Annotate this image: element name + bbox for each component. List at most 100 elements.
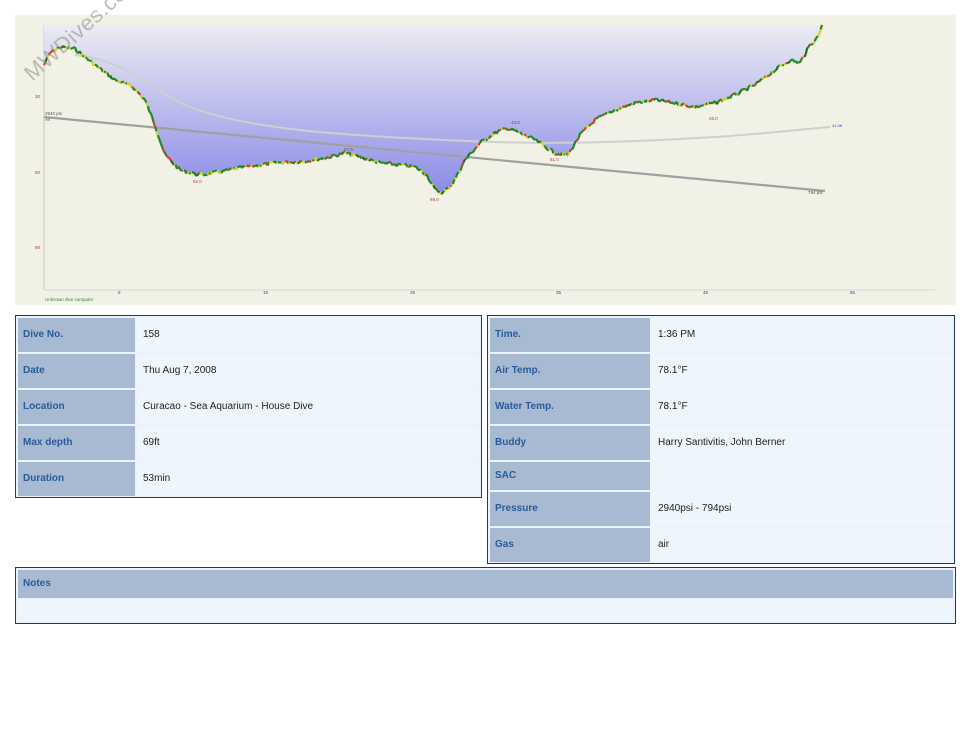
depth-segment [152,122,157,127]
depth-segment [568,148,572,153]
depth-segment [159,142,164,148]
depth-segment [528,135,532,139]
depth-segment [491,133,495,137]
row-gas: Gas air [490,528,952,562]
depth-segment [499,128,502,132]
start-pressure-label: 2940 psi [45,111,62,116]
row-pressure: Pressure 2940psi - 794psi [490,492,952,526]
depth-segment [451,178,456,185]
depth-segment [774,68,778,72]
depth-segment [430,182,435,187]
depth-segment [235,166,239,171]
depth-segment [738,89,743,94]
label-date: Date [18,354,135,388]
depth-segment [198,172,201,175]
depth-segment [566,151,571,156]
depth-segment [675,101,680,106]
label-time: Time. [490,318,650,352]
depth-segment [404,162,407,166]
depth-segment [78,50,83,55]
depth-segment [756,80,759,84]
notes-body [18,600,953,621]
depth-segment [95,64,100,69]
depth-segment [544,147,549,151]
depth-segment [680,102,684,107]
depth-segment [671,101,675,105]
depth-segment [655,97,659,101]
depth-segment [155,130,159,136]
label-water-temp: Water Temp. [490,390,650,424]
depth-segment [576,137,580,142]
depth-segment [225,168,228,171]
dive-info-table: Dive No. 158 Date Thu Aug 7, 2008 Locati… [15,315,482,498]
depth-segment [571,144,576,150]
depth-segment [474,145,478,149]
depth-segment [292,161,296,165]
depth-segment [502,127,505,130]
depth-segment [453,176,457,180]
depth-segment [121,80,125,84]
label-pressure: Pressure [490,492,650,526]
depth-segment [572,140,577,146]
label-duration: Duration [18,462,135,496]
depth-segment [196,173,200,177]
row-sac: SAC [490,462,952,490]
x-tick: 15 [263,290,269,295]
depth-segment [514,129,518,133]
depth-segment [92,63,96,67]
depth-segment [611,109,615,114]
depth-segment [469,151,472,155]
depth-segment [628,103,632,107]
depth-segment [818,28,822,35]
depth-segment [259,164,262,167]
depth-segment [425,174,430,181]
depth-segment [539,140,542,144]
depth-segment [476,144,480,148]
depth-segment [432,184,437,190]
depth-segment [658,99,662,103]
depth-segment [153,126,158,132]
row-air-temp: Air Temp. 78.1°F [490,354,952,388]
depth-segment [117,80,121,84]
x-tick: 35 [556,290,562,295]
label-dive-no: Dive No. [18,318,135,352]
depth-segment [550,148,555,154]
value-buddy: Harry Santivitis, John Berner [652,426,952,460]
depth-segment [124,82,128,85]
depth-segment [804,47,809,55]
depth-segment [168,157,172,162]
gas-label: Air [45,117,51,122]
depth-segment [151,116,155,123]
depth-segment [460,161,465,167]
depth-segment [114,78,118,82]
depth-segment [188,172,192,175]
dive-conditions-table: Time. 1:36 PM Air Temp. 78.1°F Water Tem… [487,315,955,564]
depth-segment [459,165,464,171]
depth-segment [164,152,168,157]
value-max-depth: 69ft [137,426,479,460]
y-tick: 90 [35,245,41,250]
depth-segment [332,153,335,157]
depth-segment [636,101,639,104]
depth-segment [819,24,824,30]
depth-segment [161,146,165,152]
depth-segment [372,160,377,164]
depth-segment [789,58,793,63]
depth-segment [170,160,174,164]
depth-segment [340,151,345,156]
depth-segment [415,166,419,171]
depth-segment [497,129,501,133]
depth-segment [766,74,770,78]
depth-segment [582,128,585,132]
depth-segment [682,102,685,106]
depth-segment [684,104,689,108]
depth-segment [86,58,90,62]
depth-segment [725,97,728,101]
depth-segment [149,112,154,118]
depth-segment [281,161,285,165]
depth-segment [754,81,758,86]
depth-segment [283,160,286,164]
depth-segment [620,106,624,110]
depth-segment [615,108,619,112]
depth-segment [231,167,234,171]
